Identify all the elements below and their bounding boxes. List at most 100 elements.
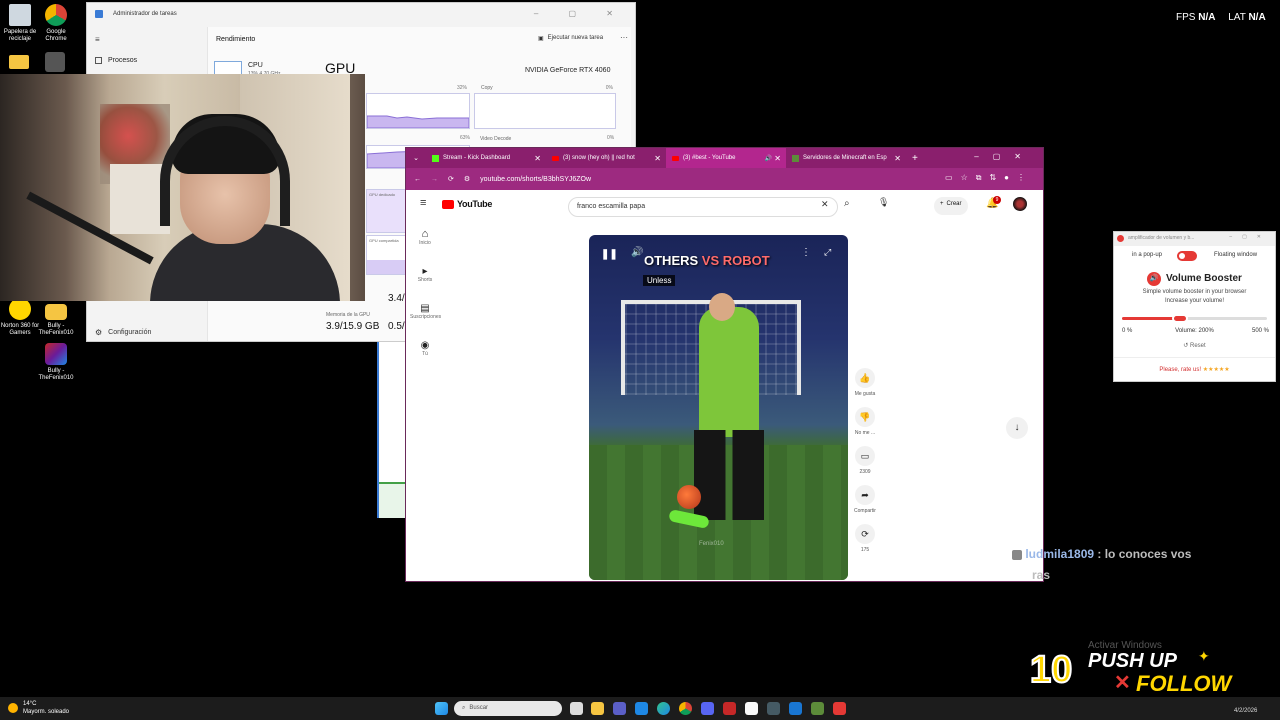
app-icon[interactable] [635,702,648,715]
edge-icon[interactable] [657,702,670,715]
goal-banner: 10 PUSH UP ✦ ✕ FOLLOW [1028,648,1280,696]
microphone-icon[interactable]: 🎙 [878,197,889,208]
desktop-icon-recycle-bin[interactable]: Papelera de reciclaje [0,4,40,43]
back-icon[interactable]: ← [414,176,421,183]
more-button[interactable]: ··· [620,33,628,42]
player-torso [699,307,759,437]
app-icon[interactable] [723,702,736,715]
tab-search-icon[interactable]: ⌄ [406,154,426,162]
sidebar-item-subscriptions[interactable]: ▤ Suscripciones [410,303,441,320]
fullscreen-icon[interactable]: ⤢ [824,247,831,258]
new-tab-button[interactable]: + [912,153,918,164]
more-options-icon[interactable]: ⋮ [801,247,811,258]
rate-us-link[interactable]: Please, rate us! ★★★★★ [1114,366,1275,373]
forward-icon[interactable]: → [431,176,438,183]
explorer-icon[interactable] [591,702,604,715]
share-button[interactable]: ➦ Compartir [850,485,880,514]
volume-icon[interactable]: 🔊 [631,247,643,258]
speaker-icon[interactable]: 🔊 [765,155,772,162]
start-icon[interactable] [435,702,448,715]
sidebar-item-home[interactable]: ⌂ Inicio [410,228,440,246]
volume-booster-window[interactable]: amplificador de volumen y b... –▢✕ in a … [1113,231,1276,382]
clear-search-icon[interactable]: ✕ [821,199,829,210]
chrome-icon[interactable] [679,702,692,715]
volume-booster-titlebar[interactable]: amplificador de volumen y b... –▢✕ [1114,232,1275,246]
nav-settings[interactable]: ⚙ Configuración [95,328,151,337]
next-video-button[interactable]: ↓ [1006,417,1028,439]
video-title-overlay: OTHERS VS ROBOT [644,253,770,268]
run-task-button[interactable]: ▣ Ejecutar nueva tarea [538,35,603,42]
banner-x: ✕ [1114,672,1131,694]
task-manager-icon [95,10,103,18]
task-manager-titlebar[interactable]: Administrador de tareas – ▢ ✕ [87,3,635,25]
discord-icon[interactable] [701,702,714,715]
kick-icon [432,154,439,162]
watermark: Fenix010 [699,541,724,547]
thumbs-down-icon: 👎 [855,407,875,427]
reload-icon[interactable]: ⟳ [448,175,454,183]
dislike-button[interactable]: 👎 No me ... [850,407,880,436]
site-info-icon[interactable]: ⚙ [464,175,470,183]
volume-slider-thumb[interactable] [1172,314,1188,323]
search-icon[interactable]: ⌕ [844,198,850,209]
caption: Unless [643,275,676,286]
pause-icon[interactable]: ❚❚ [601,249,618,260]
desktop-icon-norton[interactable]: Norton 360 for Gamers [0,298,40,337]
window-controls[interactable]: –▢✕ [1229,234,1271,240]
chat-username: ludmila1809 [1025,547,1095,561]
nav-processes[interactable]: Procesos [95,57,137,64]
comments-button[interactable]: ▭ 2309 [850,446,880,475]
like-button[interactable]: 👍 Me gusta [850,368,880,397]
tab-youtube-music[interactable]: (3) snow (hey oh) || red hot ✕ [546,148,666,168]
sun-icon [8,703,18,713]
avatar[interactable] [1013,197,1027,211]
reset-button[interactable]: ↺ Reset [1114,342,1275,349]
remix-button[interactable]: ⟳ 175 [850,524,880,553]
app-icon[interactable] [789,702,802,715]
app-icon[interactable] [745,702,758,715]
url-field[interactable]: youtube.com/shorts/B3bhSYJ6ZOw [480,176,591,183]
volume-slider[interactable] [1122,314,1267,323]
desktop-icon-bully-game[interactable]: Bully - TheFenix010 [36,343,76,382]
menu-icon[interactable]: ≡ [420,197,426,209]
close-icon[interactable]: ✕ [534,154,541,163]
tab-minecraft[interactable]: Servidores de Minecraft en Esp ✕ [786,148,906,168]
home-icon: ⌂ [421,228,429,240]
close-icon[interactable]: ✕ [774,154,781,163]
sidebar-item-you[interactable]: ◉ Tú [410,340,440,357]
youtube-logo[interactable]: YouTube [442,199,492,209]
clock[interactable]: 4/2/2026 [1234,708,1257,714]
minecraft-icon[interactable] [811,702,824,715]
close-icon[interactable]: ✕ [894,154,901,163]
desktop-icon-chrome[interactable]: Google Chrome [36,4,76,43]
toolbar-icons[interactable]: ▭☆⧉⇅●⋮ [945,173,1033,183]
tab-youtube-active[interactable]: (3) #best - YouTube 🔊 ✕ [666,148,786,168]
shorts-video-player[interactable]: ❚❚ 🔊 OTHERS VS ROBOT ⋮ ⤢ Unless Fenix010 [589,235,848,580]
tab-kick[interactable]: Stream - Kick Dashboard ✕ [426,148,546,168]
close-icon[interactable]: ✕ [654,154,661,163]
folder-icon[interactable] [9,55,29,69]
window-controls[interactable]: – ▢ ✕ [534,9,627,18]
taskbar-search[interactable]: ⌕ Buscar [454,701,562,716]
hamburger-icon[interactable]: ≡ [95,35,100,44]
app-icon[interactable] [767,702,780,715]
teams-icon[interactable] [613,702,626,715]
fps-counter: FPS N/A LAT N/A [1176,12,1266,23]
chrome-icon [45,4,67,26]
player-head [709,293,735,321]
app-icon[interactable] [833,702,846,715]
youtube-icon [672,155,679,161]
mode-toggle[interactable] [1177,251,1197,261]
window-controls[interactable]: –▢✕ [974,152,1035,161]
banner-number: 10 [1029,649,1073,691]
task-manager-title: Administrador de tareas [113,11,177,17]
app-icon[interactable] [45,52,65,72]
desktop-icon-bully-folder[interactable]: Bully - TheFenix010 [36,298,76,337]
create-button[interactable]: + Crear [934,197,968,215]
football [677,485,701,509]
browser-window[interactable]: ⌄ Stream - Kick Dashboard ✕ (3) snow (he… [405,147,1044,582]
search-input[interactable]: franco escamilla papa [568,197,838,217]
task-view-icon[interactable] [570,702,583,715]
weather-widget[interactable]: 14°C Mayorm. soleado [8,700,69,716]
sidebar-item-shorts[interactable]: ▸ Shorts [410,266,440,283]
